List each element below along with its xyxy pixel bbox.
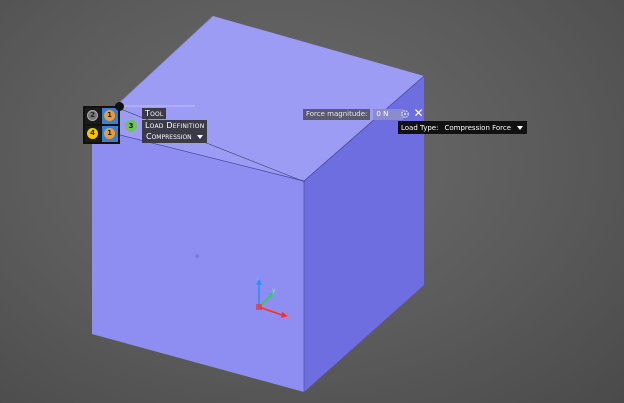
close-icon[interactable]: ✕ [413, 107, 424, 119]
edge-selection-handle[interactable] [115, 102, 124, 111]
step-badge-1-bottom: 1 [104, 128, 115, 139]
axis-y-label: y [272, 287, 276, 294]
load-type-selector[interactable]: Load Type: Compression Force [398, 121, 528, 134]
axis-z-label: z [256, 275, 259, 282]
gear-icon[interactable] [399, 108, 410, 119]
step-badge-1-top: 1 [104, 110, 115, 121]
force-magnitude-row: Force magnitude: 0 N [303, 109, 404, 120]
3d-viewport[interactable]: x y z 2 1 4 1 3 Tool Load Definition Com… [0, 0, 624, 403]
tool-button-grid: 2 1 4 1 [83, 106, 120, 144]
step-badge-4: 4 [87, 128, 98, 139]
step-badge-2: 2 [87, 110, 98, 121]
tool-label: Tool [142, 108, 167, 119]
chevron-down-icon [517, 125, 524, 130]
face-center-point [195, 254, 199, 258]
tool-cell-4[interactable]: 4 [85, 126, 101, 142]
tool-cell-1-top[interactable]: 1 [102, 108, 118, 124]
load-type-label: Load Type: [401, 123, 439, 132]
load-definition-dropdown[interactable]: Compression [142, 131, 207, 143]
chevron-down-icon [196, 135, 203, 139]
tool-cell-1-bottom[interactable]: 1 [102, 126, 118, 142]
force-magnitude-label: Force magnitude: [303, 109, 371, 120]
cube-scene: x y z [91, 15, 425, 392]
load-type-value: Compression Force [444, 123, 512, 132]
step-badge-3: 3 [125, 120, 137, 132]
tool-cell-2[interactable]: 2 [85, 108, 101, 124]
load-definition-label: Load Definition [142, 120, 208, 131]
load-definition-value: Compression [146, 132, 192, 141]
axis-x-label: x [286, 314, 290, 321]
